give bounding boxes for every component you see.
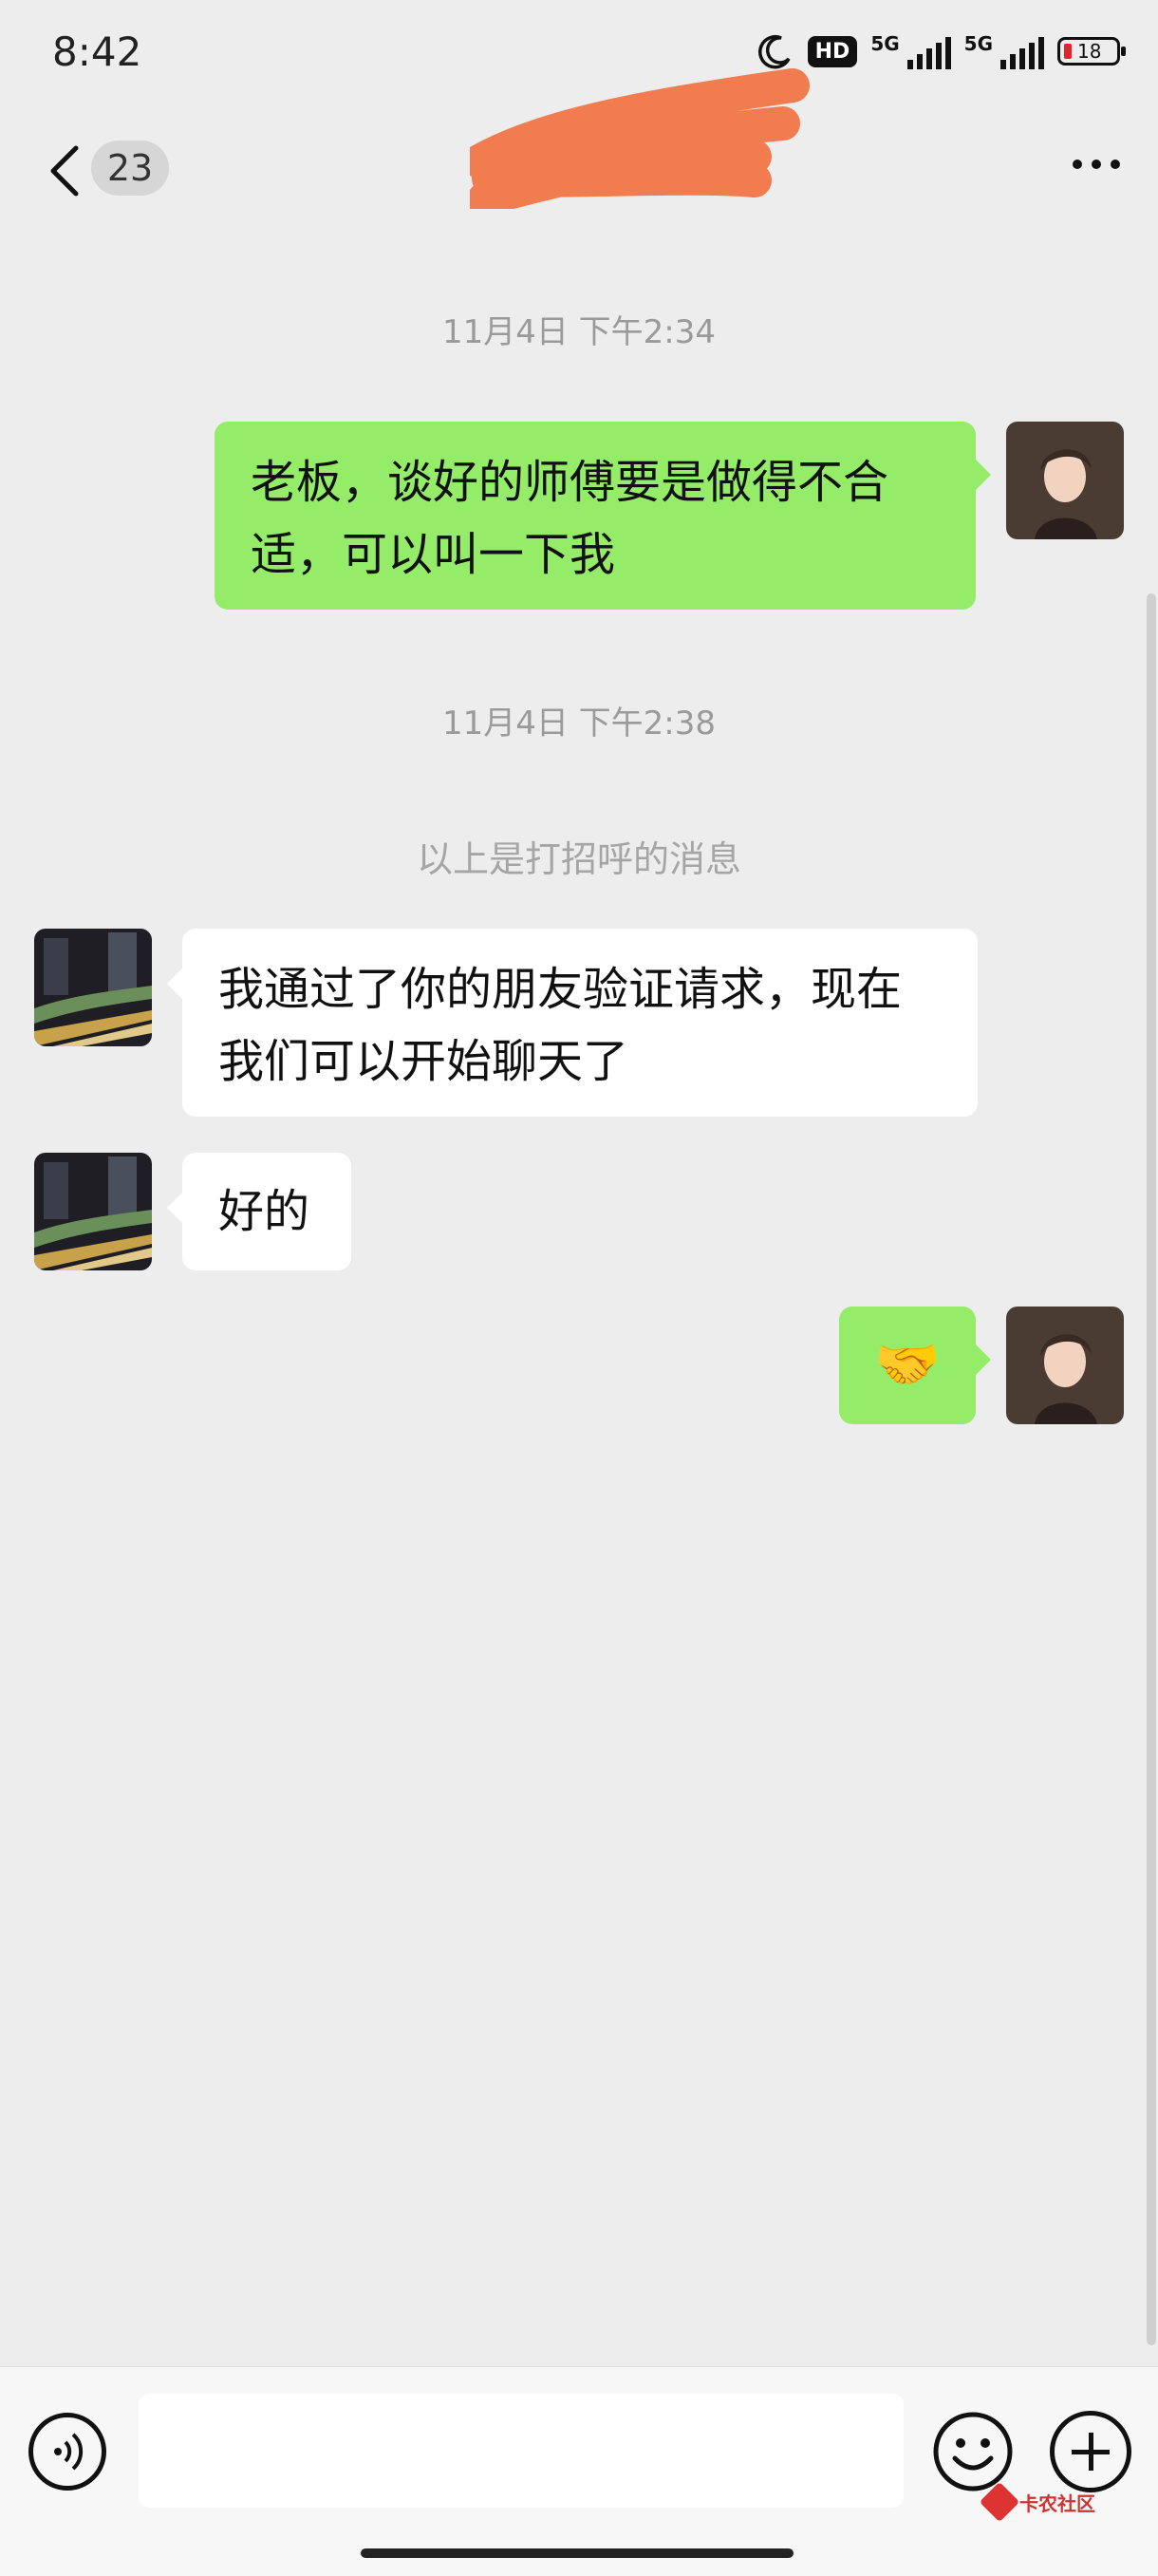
message-bubble-received-1[interactable]: 我通过了你的朋友验证请求，现在我们可以开始聊天了: [167, 929, 978, 1117]
message-bubble-sent-2[interactable]: 🤝: [839, 1307, 991, 1424]
network-5g-label-2: 5G: [963, 32, 993, 55]
message-bubble-received-2[interactable]: 好的: [167, 1153, 351, 1270]
input-toolbar: [0, 2366, 1158, 2576]
status-time: 8:42: [52, 28, 142, 75]
status-icons: HD 5G 5G 18: [756, 32, 1126, 70]
watermark-text: 卡农社区: [1019, 2491, 1095, 2515]
network-5g-label: 5G: [870, 32, 900, 55]
moon-icon: [757, 34, 791, 69]
system-message: 以上是打招呼的消息: [416, 838, 741, 880]
timestamp-2: 11月4日 下午2:38: [441, 705, 717, 743]
plus-icon[interactable]: [1050, 2411, 1131, 2492]
contact-avatar-1[interactable]: [34, 929, 152, 1046]
unread-count-badge[interactable]: 23: [91, 141, 169, 196]
signal-icon-2: [1000, 33, 1044, 69]
message-bubble-sent-1[interactable]: 老板，谈好的师傅要是做得不合适，可以叫一下我: [215, 422, 991, 610]
battery-level: 18: [1077, 40, 1102, 63]
my-avatar-2[interactable]: [1006, 1307, 1124, 1424]
signal-icon: [906, 33, 951, 69]
contact-avatar-2[interactable]: [34, 1153, 152, 1270]
chat-scrollbar[interactable]: [1147, 593, 1156, 2345]
battery-icon: 18: [1057, 37, 1126, 66]
watermark-logo: 卡农社区: [979, 2481, 1095, 2523]
hd-badge: HD: [807, 35, 858, 67]
my-avatar-1[interactable]: [1006, 422, 1124, 539]
voice-icon[interactable]: [28, 2413, 106, 2491]
message-input[interactable]: [139, 2394, 904, 2508]
timestamp-1: 11月4日 下午2:34: [441, 313, 717, 351]
home-indicator[interactable]: [361, 2548, 794, 2558]
more-dots-icon[interactable]: [1073, 160, 1120, 169]
redacted-title-scribble: [470, 68, 810, 209]
back-chevron-icon[interactable]: [42, 142, 89, 199]
emoji-icon[interactable]: [932, 2411, 1014, 2492]
